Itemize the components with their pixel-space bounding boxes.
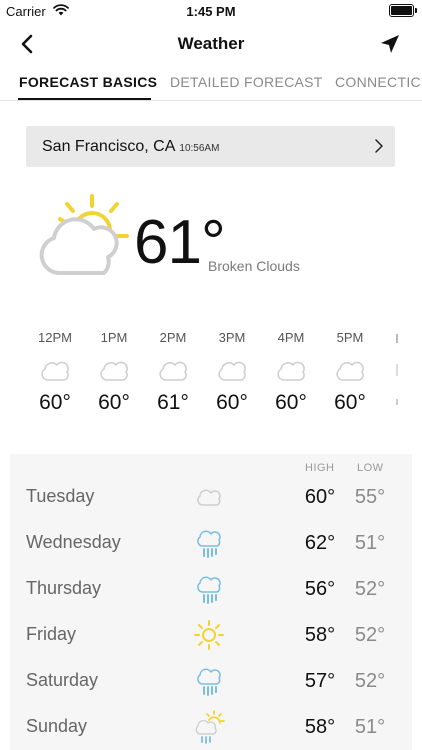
partial-marker xyxy=(396,399,398,405)
day-low: 51° xyxy=(354,716,386,738)
cloud-icon xyxy=(218,361,246,381)
rain-cloud-icon xyxy=(197,530,221,558)
sun-icon xyxy=(194,620,224,650)
rain-cloud-icon xyxy=(197,576,221,604)
hourly-item: 2PM 61° xyxy=(144,330,202,415)
cloud-icon xyxy=(159,361,187,381)
hourly-item: 12PM 60° xyxy=(26,330,84,415)
day-name: Tuesday xyxy=(26,486,95,506)
low-column-header: LOW xyxy=(357,462,384,474)
day-low: 52° xyxy=(354,670,386,692)
daily-row: Friday 58° 52° xyxy=(10,612,412,658)
cloud-icon xyxy=(41,361,69,381)
day-name: Friday xyxy=(26,624,77,644)
location-selector[interactable]: San Francisco, CA 10:56AM xyxy=(26,126,395,167)
hourly-time: 2PM xyxy=(159,330,187,345)
tab-bar: FORECAST BASICS DETAILED FORECAST CONNEC… xyxy=(0,66,422,101)
status-time: 1:45 PM xyxy=(186,4,236,19)
hourly-time: 1PM xyxy=(100,330,128,345)
day-name: Wednesday xyxy=(26,532,121,552)
hourly-time: 4PM xyxy=(277,330,305,345)
day-low: 55° xyxy=(354,486,386,508)
page-title: Weather xyxy=(177,34,245,53)
sun-rain-cloud-icon xyxy=(195,710,225,744)
hourly-temp: 60° xyxy=(98,391,130,414)
status-bar: Carrier 1:45 PM xyxy=(0,0,422,22)
hourly-temp: 60° xyxy=(39,391,71,414)
location-arrow-icon[interactable] xyxy=(378,32,402,56)
tab-forecast-basics[interactable]: FORECAST BASICS xyxy=(19,74,157,90)
day-name: Saturday xyxy=(26,670,99,690)
partial-marker xyxy=(396,334,398,343)
active-tab-indicator xyxy=(18,98,151,100)
day-low: 52° xyxy=(354,578,386,600)
cloud-icon xyxy=(336,361,364,381)
day-name: Sunday xyxy=(26,716,88,736)
daily-row: Thursday 56° 52° xyxy=(10,566,412,612)
partial-marker xyxy=(396,364,398,376)
location-city: San Francisco, CA 10:56AM xyxy=(42,138,219,156)
hourly-temp: 60° xyxy=(334,391,366,414)
hourly-time: 5PM xyxy=(336,330,364,345)
day-high: 62° xyxy=(304,532,336,554)
hourly-temp: 61° xyxy=(157,391,189,414)
daily-forecast: HIGH LOW Tuesday 60° 55° Wednesday 62° 5… xyxy=(10,454,412,750)
sun-behind-cloud-icon xyxy=(39,194,129,275)
day-high: 57° xyxy=(304,670,336,692)
cloud-icon xyxy=(277,361,305,381)
tab-connecticut[interactable]: CONNECTICU xyxy=(335,74,422,90)
tab-detailed-forecast[interactable]: DETAILED FORECAST xyxy=(170,74,323,90)
location-time: 10:56AM xyxy=(179,143,220,154)
day-high: 60° xyxy=(304,486,336,508)
daily-row: Wednesday 62° 51° xyxy=(10,520,412,566)
current-condition: Broken Clouds xyxy=(208,258,300,274)
rain-cloud-icon xyxy=(197,668,221,696)
hourly-item-partial xyxy=(394,330,404,405)
day-high: 58° xyxy=(304,624,336,646)
high-column-header: HIGH xyxy=(305,462,335,474)
day-high: 56° xyxy=(304,578,336,600)
hourly-temp: 60° xyxy=(275,391,307,414)
hourly-forecast: 12PM 60° 1PM 60° 2PM 61° 3PM 60° 4PM 60°… xyxy=(0,330,422,425)
hourly-item: 5PM 60° xyxy=(321,330,379,415)
hourly-time: 12PM xyxy=(38,330,72,345)
daily-row: Sunday 58° 51° xyxy=(10,704,412,750)
battery-icon xyxy=(389,4,417,17)
chevron-right-icon xyxy=(375,139,383,153)
hourly-item: 4PM 60° xyxy=(262,330,320,415)
day-name: Thursday xyxy=(26,578,102,598)
navigation-bar: Weather xyxy=(0,22,422,66)
daily-row: Saturday 57° 52° xyxy=(10,658,412,704)
hourly-item: 3PM 60° xyxy=(203,330,261,415)
day-low: 52° xyxy=(354,624,386,646)
day-high: 58° xyxy=(304,716,336,738)
hourly-temp: 60° xyxy=(216,391,248,414)
hourly-time: 3PM xyxy=(218,330,246,345)
hourly-item: 1PM 60° xyxy=(85,330,143,415)
cloud-icon xyxy=(100,361,128,381)
daily-row: Tuesday 60° 55° xyxy=(10,474,412,520)
cloud-icon xyxy=(197,489,221,506)
city-name: San Francisco, CA xyxy=(42,138,176,155)
day-low: 51° xyxy=(354,532,386,554)
